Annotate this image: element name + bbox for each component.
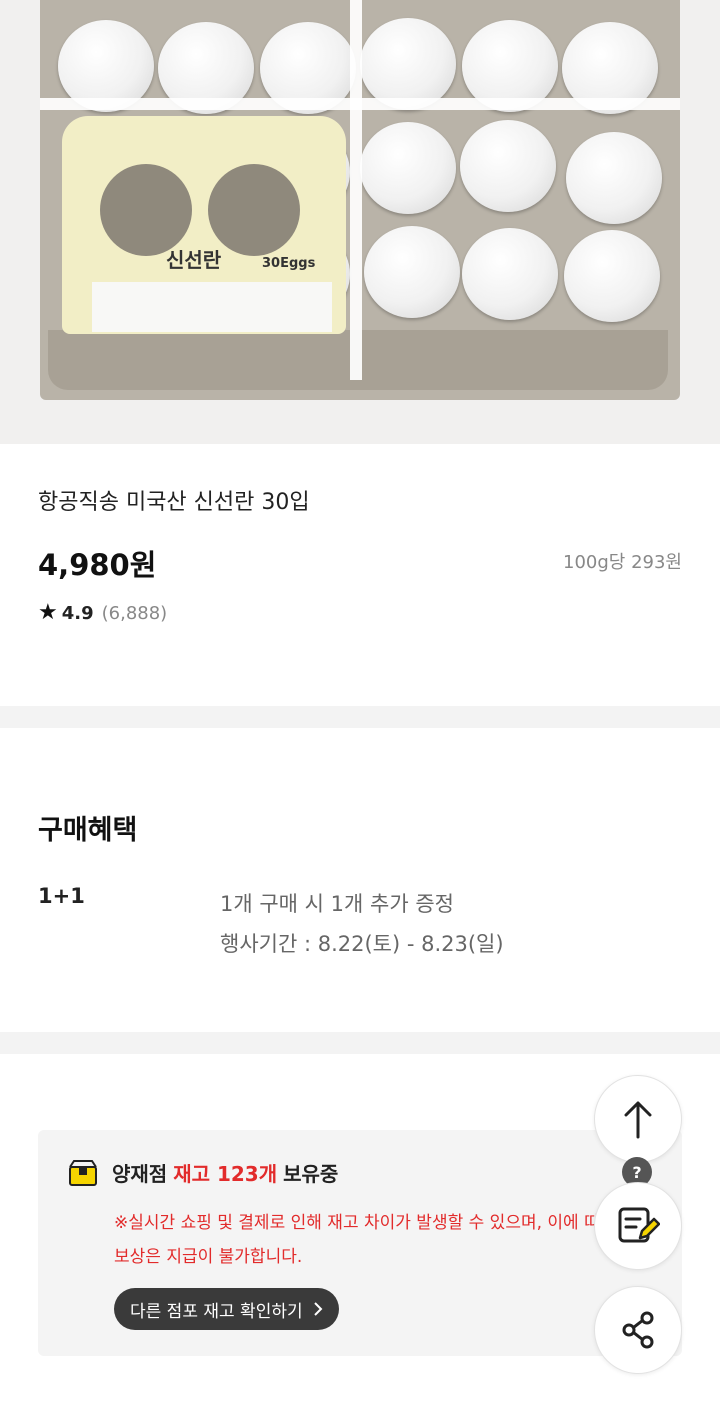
egg (460, 120, 556, 212)
benefits-title: 구매혜택 (38, 815, 138, 846)
memo-button[interactable] (594, 1182, 682, 1270)
rating-score: 4.9 (61, 602, 94, 624)
egg (360, 122, 456, 214)
stock-count: 재고 123개 (173, 1162, 278, 1186)
scroll-top-icon (624, 1101, 652, 1139)
chevron-right-icon (313, 1302, 323, 1316)
product-name: 항공직송 미국산 신선란 30입 (38, 490, 310, 515)
benefit-type: 1+1 (38, 884, 85, 908)
memo-edit-icon (618, 1207, 660, 1243)
benefit-period: 행사기간 : 8.22(토) - 8.23(일) (220, 932, 504, 956)
egg (564, 230, 660, 322)
store-icon (69, 1159, 97, 1186)
tray-strap (40, 98, 680, 110)
store-name: 양재점 (112, 1162, 168, 1186)
label-hole (208, 164, 300, 256)
stock-suffix: 보유중 (283, 1162, 339, 1186)
section-divider (0, 706, 720, 728)
egg (462, 228, 558, 320)
label-count: 30Eggs (262, 256, 316, 271)
product-price: 4,980원 (38, 548, 157, 582)
share-button[interactable] (594, 1286, 682, 1374)
product-image: 신선란 30Eggs (0, 0, 720, 444)
review-count[interactable]: (6,888) (102, 603, 168, 624)
stock-notice: ※실시간 쇼핑 및 결제로 인해 재고 차이가 발생할 수 있으며, 이에 따른… (114, 1213, 616, 1267)
check-other-stores-button[interactable]: 다른 점포 재고 확인하기 (114, 1288, 339, 1330)
star-icon: ★ (38, 600, 58, 625)
benefit-description: 1개 구매 시 1개 추가 증정 행사기간 : 8.22(토) - 8.23(일… (220, 884, 504, 964)
label-title: 신선란 (166, 248, 222, 272)
unit-price: 100g당 293원 (563, 552, 682, 573)
label-sticker (92, 282, 332, 332)
purchase-benefits: 구매혜택 1+1 1개 구매 시 1개 추가 증정 행사기간 : 8.22(토)… (0, 728, 720, 1032)
product-rating[interactable]: ★ 4.9 (6,888) (38, 602, 167, 624)
section-divider (0, 1032, 720, 1054)
stock-status: 양재점 재고 123개 보유중 (68, 1158, 338, 1187)
tray-strap (350, 0, 362, 380)
share-icon (622, 1311, 654, 1349)
egg (364, 226, 460, 318)
store-stock-box: 양재점 재고 123개 보유중 ※실시간 쇼핑 및 결제로 인해 재고 차이가 … (38, 1130, 682, 1356)
benefit-desc-line: 1개 구매 시 1개 추가 증정 (220, 892, 454, 916)
product-info: 항공직송 미국산 신선란 30입 4,980원 100g당 293원 ★ 4.9… (0, 444, 720, 706)
egg-carton-label: 신선란 30Eggs (62, 116, 346, 334)
scroll-top-button[interactable] (594, 1075, 682, 1163)
label-hole (100, 164, 192, 256)
egg (566, 132, 662, 224)
check-other-stores-label: 다른 점포 재고 확인하기 (130, 1301, 303, 1322)
egg (360, 18, 456, 110)
